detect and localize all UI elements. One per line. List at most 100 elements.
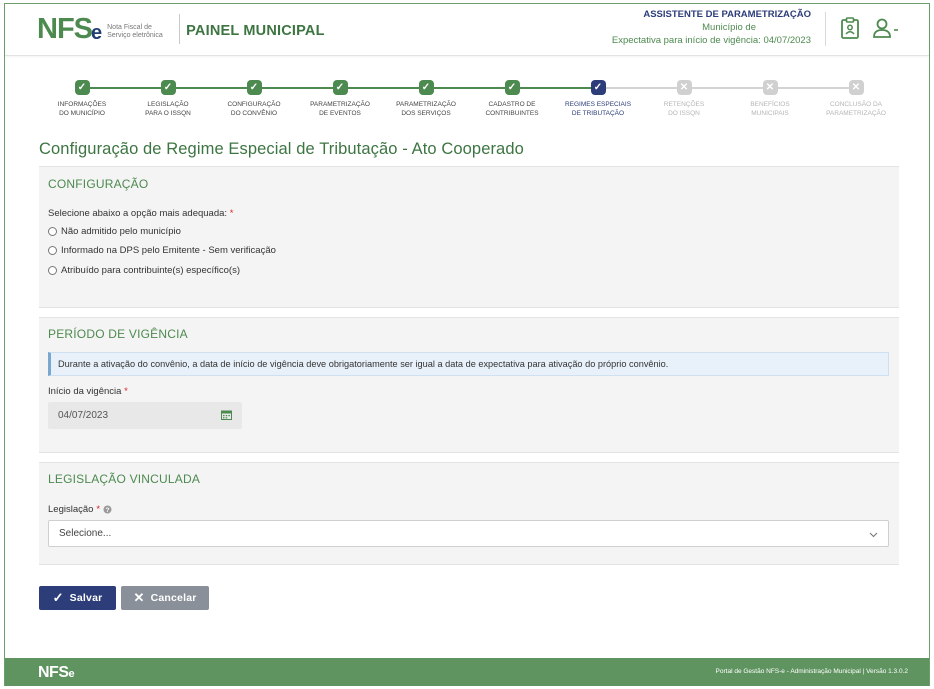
step-informacoes-municipio[interactable]: ✓ INFORMAÇÕES DO MUNICÍPIO [39,79,125,118]
expectation-text: Expectativa para início de vigência: 04/… [611,35,811,46]
check-icon: ✓ [418,80,434,95]
step-label: PARAMETRIZAÇÃO [826,110,886,117]
step-legislacao-issqn[interactable]: ✓ LEGISLAÇÃO PARA O ISSQN [125,79,211,118]
page-title: Configuração de Regime Especial de Tribu… [39,140,524,158]
step-conclusao-parametrizacao: ✕ CONCLUSÃO DA PARAMETRIZAÇÃO [813,79,899,118]
user-icon[interactable] [871,15,901,41]
legislacao-label-text: Legislação [48,504,94,515]
step-label: DE EVENTOS [319,110,361,117]
step-label: REGIMES ESPECIAIS [564,101,632,108]
assistant-title: ASSISTENTE DE PARAMETRIZAÇÃO [643,9,811,20]
close-icon: ✕ [676,80,692,95]
logo-divider [179,14,181,44]
radio-circle[interactable] [48,227,57,236]
configuracao-section: CONFIGURAÇÃO Selecione abaixo a opção ma… [39,166,899,308]
step-parametrizacao-eventos[interactable]: ✓ PARAMETRIZAÇÃO DE EVENTOS [297,79,383,118]
legislacao-select-value: Selecione... [59,528,112,539]
step-label: PARA O ISSQN [145,110,191,117]
info-alert-text: Durante a ativação do convênio, a data d… [58,359,669,369]
cancel-button[interactable]: ✕ Cancelar [121,586,209,610]
step-label: DO CONVÊNIO [230,110,278,117]
step-configuracao-convenio[interactable]: ✓ CONFIGURAÇÃO DO CONVÊNIO [211,79,297,118]
start-date-label-text: Início da vigência [48,386,122,397]
step-label: MUNICIPAIS [751,110,789,117]
section-title: PERÍODO DE VIGÊNCIA [48,327,188,341]
close-icon: ✕ [848,80,864,95]
check-icon: ✓ [246,80,262,95]
step-label: BENEFÍCIOS [750,101,790,108]
step-retencoes-issqn: ✕ RETENÇÕES DO ISSQN [641,79,727,118]
municipality-label: Município de [702,22,756,33]
required-mark: * [96,504,101,515]
save-button[interactable]: ✓ Salvar [39,586,116,610]
save-button-label: Salvar [69,592,103,604]
legislacao-select[interactable]: Selecione... [48,520,889,547]
step-label: INFORMAÇÕES [57,101,107,108]
step-label: CADASTRO DE [488,101,536,108]
check-icon: ✓ [590,80,606,95]
app-window: NFS e Nota Fiscal de Serviço eletrônica … [4,3,930,686]
info-alert: Durante a ativação do convênio, a data d… [48,352,889,376]
radio-label: Atribuído para contribuinte(s) específic… [61,265,240,276]
step-cadastro-contribuintes[interactable]: ✓ CADASTRO DE CONTRIBUINTES [469,79,555,118]
start-date-value: 04/07/2023 [58,410,109,421]
clipboard-badge-icon[interactable] [837,15,863,41]
wizard-stepper: ✓ INFORMAÇÕES DO MUNICÍPIO ✓ LEGISLAÇÃO PA… [39,79,895,123]
footer: NFSe Portal de Gestão NFS-e - Administra… [5,658,929,686]
start-date-label: Início da vigência * [48,386,128,397]
check-icon: ✓ [160,80,176,95]
step-parametrizacao-servicos[interactable]: ✓ PARAMETRIZAÇÃO DOS SERVIÇOS [383,79,469,118]
logo-nfs-text: NFS [37,12,93,45]
radio-label: Informado na DPS pelo Emitente - Sem ver… [61,245,276,256]
radio-circle[interactable] [48,266,57,275]
option-prompt: Selecione abaixo a opção mais adequada: … [48,208,233,219]
step-label: PARAMETRIZAÇÃO [396,101,456,108]
footer-version-text: Portal de Gestão NFS-e - Administração M… [715,668,908,675]
check-icon: ✓ [504,80,520,95]
close-icon: ✕ [133,590,145,605]
start-date-input[interactable]: 04/07/2023 [48,402,242,429]
step-label: CONTRIBUINTES [485,110,539,117]
step-label: CONCLUSÃO DA [829,101,882,108]
step-label: DO MUNICÍPIO [59,110,105,117]
section-title: LEGISLAÇÃO VINCULADA [48,472,201,486]
footer-logo-suffix: e [68,668,75,680]
vigencia-section: PERÍODO DE VIGÊNCIA Durante a ativação d… [39,317,899,453]
header-divider [825,12,826,46]
step-regimes-especiais[interactable]: ✓ REGIMES ESPECIAIS DE TRIBUTAÇÃO [555,79,641,118]
radio-informado-dps[interactable]: Informado na DPS pelo Emitente - Sem ver… [48,245,276,256]
step-beneficios-municipais: ✕ BENEFÍCIOS MUNICIPAIS [727,79,813,118]
check-icon: ✓ [52,590,64,605]
footer-logo: NFSe [38,664,75,682]
logo-e-text: e [91,21,103,44]
help-icon[interactable]: ? [103,505,112,514]
step-label: DE TRIBUTAÇÃO [571,110,625,117]
step-label: CONFIGURAÇÃO [227,101,281,108]
radio-atribuido-contribuinte[interactable]: Atribuído para contribuinte(s) específic… [48,265,240,276]
cancel-button-label: Cancelar [150,592,197,604]
calendar-icon[interactable] [221,410,232,420]
step-label: RETENÇÕES [663,101,705,108]
assistant-info: ASSISTENTE DE PARAMETRIZAÇÃO Município d… [612,8,811,47]
panel-title: PAINEL MUNICIPAL [186,23,325,39]
radio-label: Não admitido pelo município [61,226,181,237]
legislacao-section: LEGISLAÇÃO VINCULADA Legislação * ? Sele… [39,462,899,565]
footer-logo-text: NFS [38,664,69,681]
step-label: LEGISLAÇÃO [147,101,189,108]
step-label: DO ISSQN [668,110,700,117]
close-icon: ✕ [762,80,778,95]
step-label: PARAMETRIZAÇÃO [310,101,370,108]
logo-subtitle: Nota Fiscal de Serviço eletrônica [107,24,163,39]
required-mark: * [229,208,234,219]
section-title: CONFIGURAÇÃO [48,177,149,191]
check-icon: ✓ [74,80,90,95]
radio-circle[interactable] [48,246,57,255]
radio-nao-admitido[interactable]: Não admitido pelo município [48,226,181,237]
step-label: DOS SERVIÇOS [401,110,451,117]
nfse-logo[interactable]: NFS e Nota Fiscal de Serviço eletrônica … [37,12,325,46]
top-header: NFS e Nota Fiscal de Serviço eletrônica … [5,4,929,56]
required-mark: * [124,386,128,397]
legislacao-label: Legislação * ? [48,504,112,515]
option-prompt-text: Selecione abaixo a opção mais adequada: [48,208,228,219]
chevron-down-icon [869,532,878,538]
